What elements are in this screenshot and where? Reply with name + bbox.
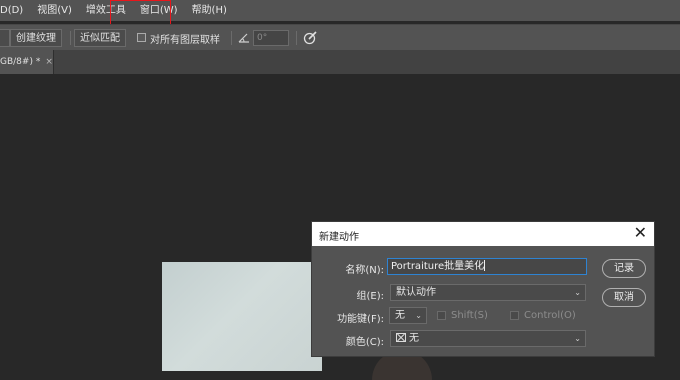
sample-all-layers-checkbox[interactable] [137,33,146,42]
options-bar: 创建纹理 近似匹配 对所有图层取样 0° [0,24,680,50]
document-tab-bar: GB/8#) * × [0,50,680,74]
proximity-match-button[interactable]: 近似匹配 [74,29,126,47]
document-image [162,262,432,380]
action-name-input[interactable]: Portraiture批量美化 [387,258,587,275]
function-key-label: 功能键(F): [337,314,384,325]
divider [231,31,232,45]
menu-help[interactable]: 帮助(H) [185,0,234,21]
create-texture-button[interactable]: 创建纹理 [10,29,62,47]
dialog-title: 新建动作 [319,232,359,243]
menu-bar: D(D) 视图(V) 增效工具 窗口(W) 帮助(H) [0,0,680,21]
close-icon[interactable]: × [45,57,53,67]
color-select[interactable]: 无 ⌄ [390,330,586,347]
document-tab[interactable]: GB/8#) * × [0,50,54,74]
angle-input[interactable]: 0° [253,30,289,46]
window-menu-highlight [110,0,171,25]
no-color-swatch-icon [396,333,406,342]
name-label: 名称(N): [345,265,384,276]
cancel-button[interactable]: 取消 [602,288,646,307]
pressure-brush-icon[interactable] [303,30,318,45]
shift-checkbox[interactable] [437,311,446,320]
type-option-button[interactable] [0,29,10,47]
chevron-down-icon: ⌄ [574,288,581,297]
record-button[interactable]: 记录 [602,259,646,278]
shift-label: Shift(S) [451,310,488,321]
close-icon[interactable]: ✕ [634,223,647,243]
menu-view[interactable]: 视图(V) [30,0,79,21]
chevron-down-icon: ⌄ [415,311,422,320]
menu-image[interactable]: D(D) [0,0,30,21]
color-label: 颜色(C): [345,337,384,348]
action-name-value: Portraiture批量美化 [391,261,485,272]
color-value: 无 [409,333,419,344]
sample-all-layers-label: 对所有图层取样 [150,35,220,46]
function-key-value: 无 [395,310,405,321]
action-set-select[interactable]: 默认动作 ⌄ [390,284,586,301]
dialog-titlebar[interactable]: 新建动作 ✕ [312,222,654,246]
chevron-down-icon: ⌄ [574,334,581,343]
divider [296,31,297,45]
control-checkbox[interactable] [510,311,519,320]
new-action-dialog: 新建动作 ✕ 名称(N): Portraiture批量美化 组(E): 默认动作… [311,221,655,357]
action-set-value: 默认动作 [396,287,436,298]
document-tab-title: GB/8#) * [0,57,41,67]
divider [70,31,71,45]
set-label: 组(E): [356,291,385,302]
text-caret [484,260,486,271]
angle-icon [238,33,249,43]
function-key-select[interactable]: 无 ⌄ [389,307,427,324]
control-label: Control(O) [524,310,576,321]
